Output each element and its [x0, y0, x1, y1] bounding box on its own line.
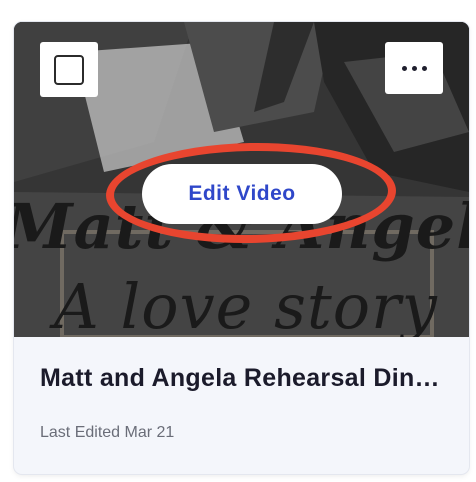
more-horizontal-icon — [421, 65, 427, 71]
video-card[interactable]: Matt & Angela A love story Edit Video Ma… — [14, 22, 469, 474]
video-title[interactable]: Matt and Angela Rehearsal Dinner — [40, 364, 450, 393]
video-thumbnail[interactable]: Matt & Angela A love story Edit Video — [14, 22, 469, 337]
last-edited-text: Last Edited Mar 21 — [40, 424, 175, 441]
more-horizontal-icon — [411, 65, 417, 71]
edit-video-button[interactable]: Edit Video — [142, 164, 342, 224]
checkbox-icon — [54, 54, 84, 85]
more-options-button[interactable] — [385, 42, 443, 94]
select-checkbox[interactable] — [40, 42, 98, 97]
more-horizontal-icon — [401, 65, 407, 71]
